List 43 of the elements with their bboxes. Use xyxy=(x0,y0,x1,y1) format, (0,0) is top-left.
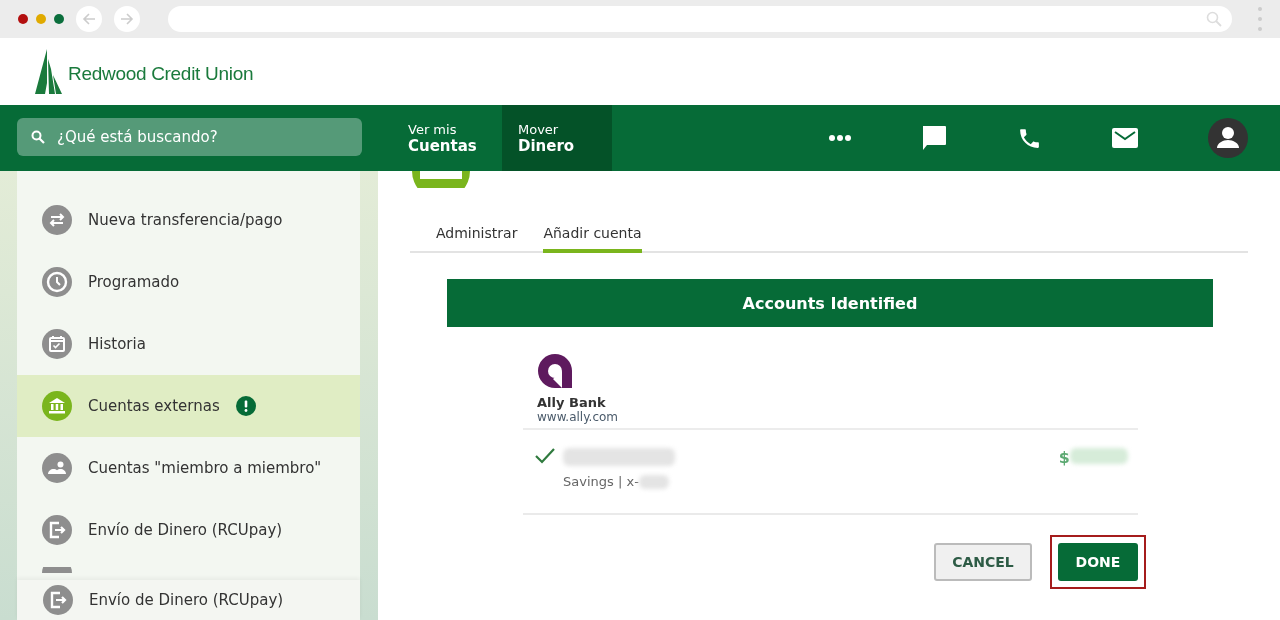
nav-tab[interactable]: Mover Dinero xyxy=(502,105,612,171)
user-avatar-icon[interactable] xyxy=(1208,118,1248,158)
bank-name: Ally Bank xyxy=(537,395,606,410)
calendar-icon xyxy=(42,329,72,359)
exit-icon xyxy=(43,585,73,615)
sidebar-item[interactable]: Nueva transferencia/pago xyxy=(17,189,360,251)
account-detail: Savings | x- xyxy=(563,474,639,489)
tab[interactable]: Añadir cuenta xyxy=(543,225,642,253)
sidebar-item[interactable]: Cuentas externas xyxy=(17,375,360,437)
nav-tab[interactable]: Ver mis Cuentas xyxy=(392,105,502,171)
check-icon[interactable] xyxy=(535,448,555,464)
bank-icon xyxy=(42,391,72,421)
done-button[interactable]: DONE xyxy=(1058,543,1138,581)
exit-icon xyxy=(42,515,72,545)
people-icon xyxy=(42,453,72,483)
brand-name: Redwood Credit Union xyxy=(68,62,254,85)
sidebar-item[interactable]: Cuentas "miembro a miembro" xyxy=(17,437,360,499)
cancel-button[interactable]: CANCEL xyxy=(934,543,1032,581)
transfer-icon xyxy=(42,205,72,235)
close-dot[interactable] xyxy=(18,14,28,24)
panel-title-bar: Accounts Identified xyxy=(447,279,1213,327)
search-icon xyxy=(1206,11,1222,27)
sidebar-item[interactable]: Envío de Dinero (RCUpay) xyxy=(17,499,360,561)
sidebar-footer-item[interactable]: Envío de Dinero (RCUpay) xyxy=(17,580,360,620)
search-field[interactable]: ¿Qué está buscando? xyxy=(17,118,362,156)
redacted-balance xyxy=(1070,448,1128,464)
sidebar-item[interactable]: Programado xyxy=(17,251,360,313)
tree-logo-icon xyxy=(35,49,62,94)
redacted-account-number xyxy=(638,474,669,489)
chat-icon[interactable] xyxy=(921,125,947,151)
mail-icon[interactable] xyxy=(1112,128,1138,148)
tab[interactable]: Administrar xyxy=(436,225,518,253)
left-arrow-icon xyxy=(82,12,96,26)
sidebar-item[interactable]: Historia xyxy=(17,313,360,375)
maximize-dot[interactable] xyxy=(54,14,64,24)
minimize-dot[interactable] xyxy=(36,14,46,24)
bank-url: www.ally.com xyxy=(537,410,618,426)
search-icon xyxy=(31,130,45,144)
right-arrow-icon xyxy=(120,12,134,26)
more-icon[interactable] xyxy=(829,135,851,141)
clock-icon xyxy=(42,267,72,297)
currency-sign: $ xyxy=(1058,448,1070,467)
letter-a-logo-icon xyxy=(537,353,573,389)
